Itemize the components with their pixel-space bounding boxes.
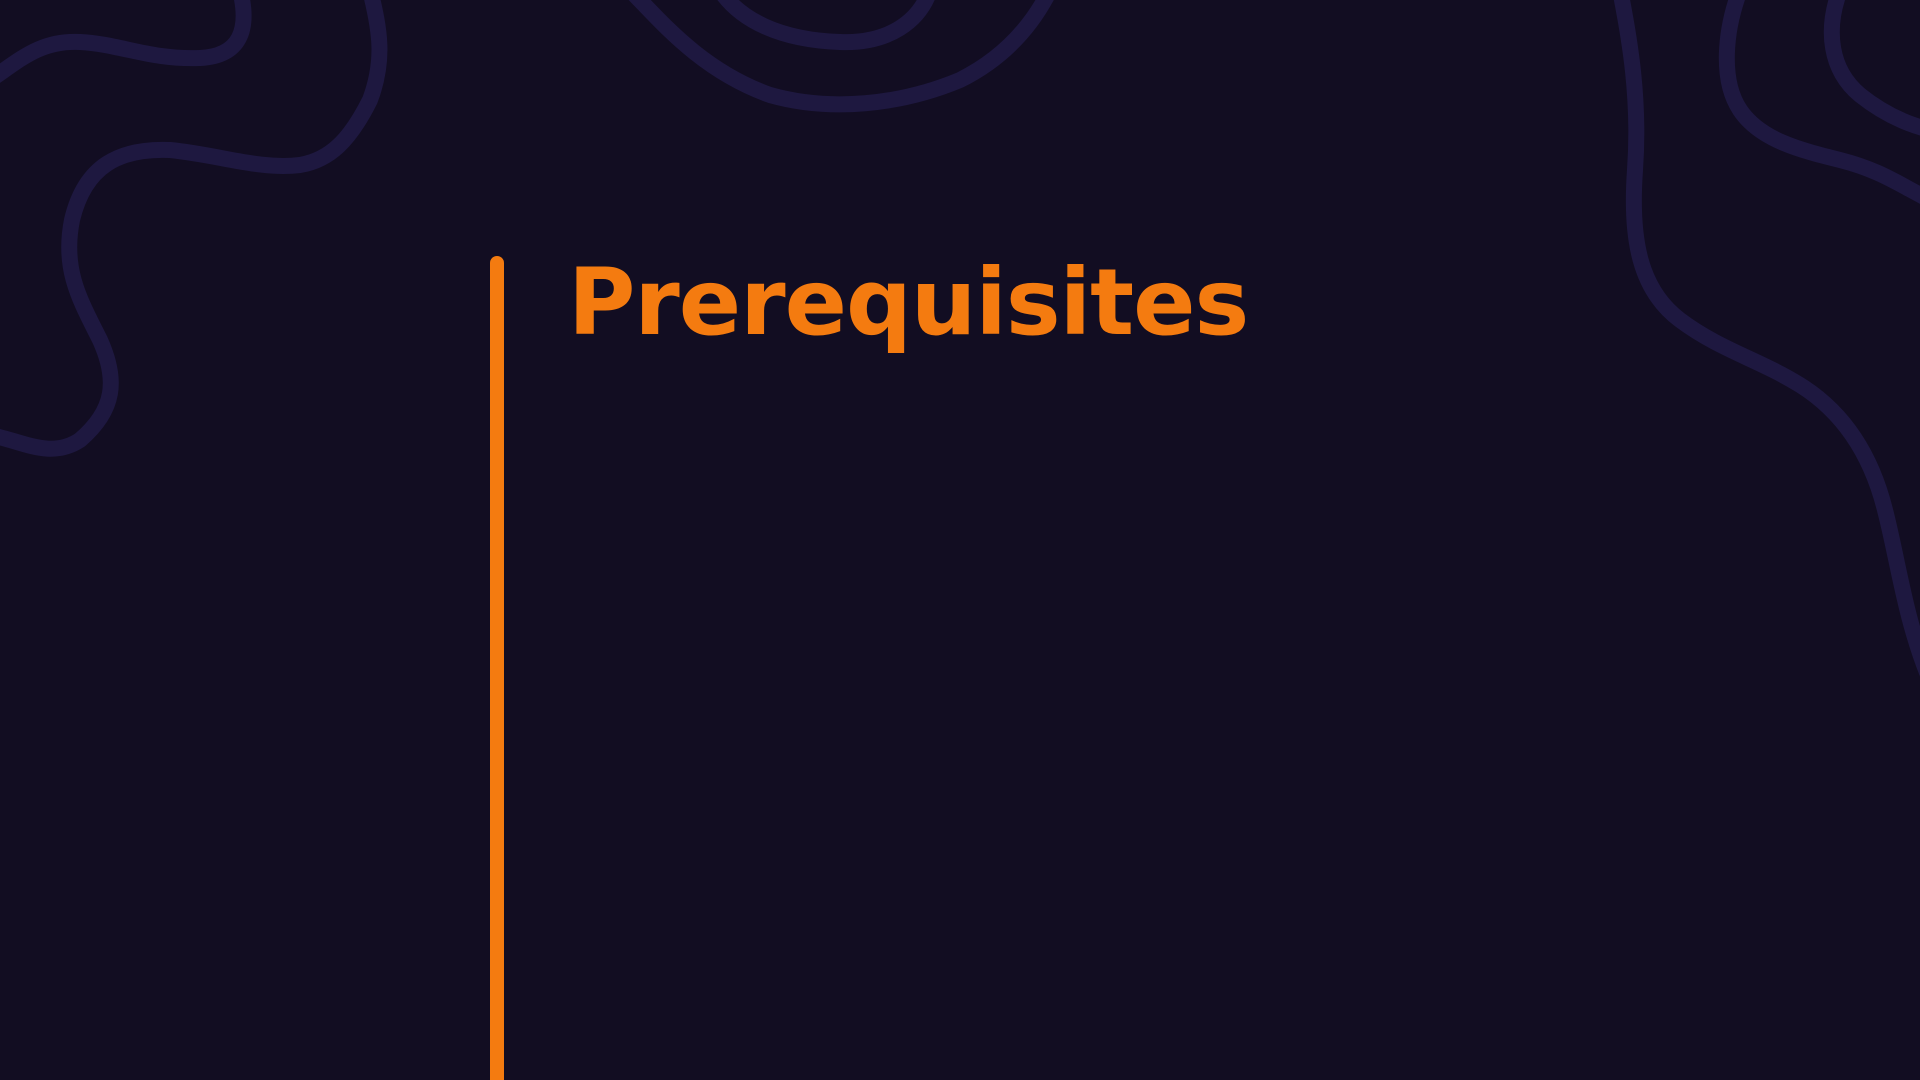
contour-line xyxy=(1823,0,1920,136)
accent-bar xyxy=(490,256,504,1080)
contour-line xyxy=(1718,0,1920,204)
contour-line xyxy=(628,0,1054,113)
contour-line xyxy=(0,0,252,83)
slide-title: Prerequisites xyxy=(568,249,1249,356)
topographic-background xyxy=(0,0,1920,677)
slide: Prerequisites xyxy=(0,0,1920,1080)
contour-line xyxy=(0,0,388,457)
contour-line xyxy=(717,0,935,51)
